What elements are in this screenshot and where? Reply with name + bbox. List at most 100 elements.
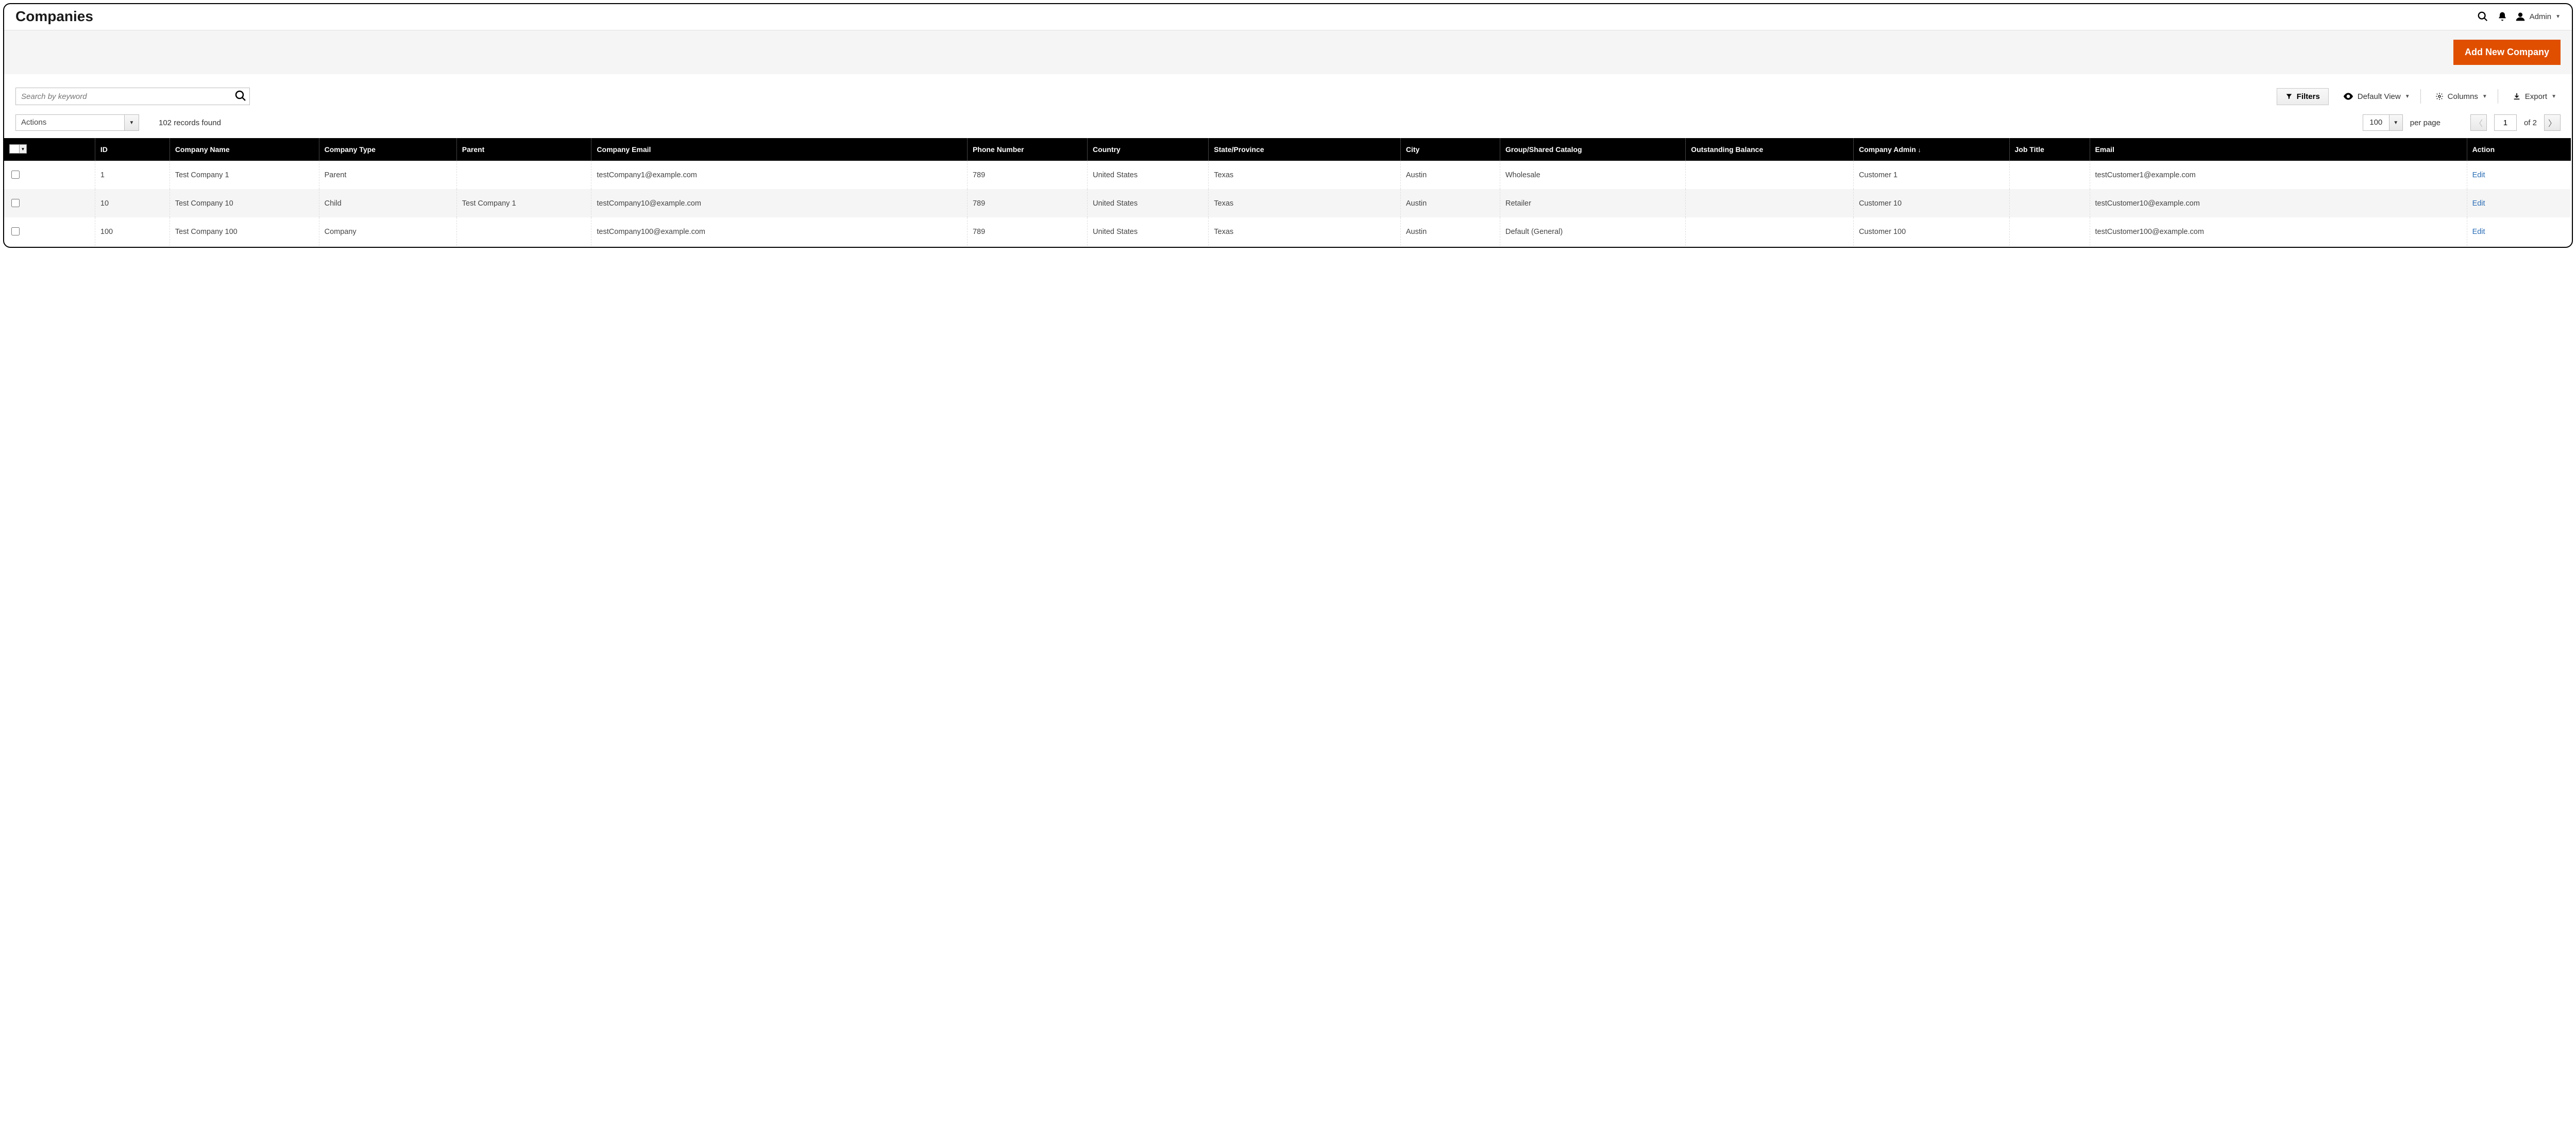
cell-country: United States (1088, 189, 1209, 217)
sort-desc-icon: ↓ (1918, 146, 1921, 154)
cell-balance (1686, 217, 1854, 246)
edit-link[interactable]: Edit (2472, 171, 2485, 179)
cell-city: Austin (1400, 161, 1500, 189)
cell-company-type: Company (319, 217, 456, 246)
cell-city: Austin (1400, 217, 1500, 246)
cell-country: United States (1088, 217, 1209, 246)
cell-company-email: testCompany10@example.com (591, 189, 968, 217)
columns-menu[interactable]: Columns ▼ (2427, 88, 2492, 105)
chevron-down-icon: ▼ (19, 145, 26, 153)
row-checkbox[interactable] (11, 227, 20, 235)
companies-table: ▼ ID Company Name Company Type Parent Co… (4, 138, 2571, 246)
col-city[interactable]: City (1400, 138, 1500, 161)
col-admin[interactable]: Company Admin↓ (1854, 138, 2009, 161)
chevron-down-icon: ▼ (2405, 94, 2410, 99)
prev-page-button[interactable]: 〈 (2470, 114, 2487, 131)
actions-label: Actions (16, 115, 124, 130)
edit-link[interactable]: Edit (2472, 199, 2485, 208)
cell-id: 1 (95, 161, 170, 189)
per-page-value: 100 (2363, 115, 2389, 130)
cell-parent (456, 217, 591, 246)
chevron-down-icon: ▼ (2555, 14, 2561, 20)
cell-company-name: Test Company 10 (170, 189, 319, 217)
cell-state: Texas (1209, 217, 1401, 246)
edit-link[interactable]: Edit (2472, 228, 2485, 236)
select-all-checkbox[interactable]: ▼ (9, 144, 27, 154)
user-name: Admin (2530, 12, 2552, 21)
col-group[interactable]: Group/Shared Catalog (1500, 138, 1685, 161)
col-id[interactable]: ID (95, 138, 170, 161)
columns-label: Columns (2448, 92, 2478, 101)
add-company-button[interactable]: Add New Company (2453, 40, 2561, 65)
cell-email: testCustomer1@example.com (2090, 161, 2467, 189)
col-company-name[interactable]: Company Name (170, 138, 319, 161)
eye-icon (2343, 93, 2353, 100)
col-country[interactable]: Country (1088, 138, 1209, 161)
user-menu[interactable]: Admin ▼ (2515, 11, 2561, 22)
search-submit-icon[interactable] (234, 90, 247, 104)
cell-parent: Test Company 1 (456, 189, 591, 217)
cell-country: United States (1088, 161, 1209, 189)
user-icon (2515, 11, 2526, 22)
cell-state: Texas (1209, 161, 1401, 189)
page-number-input[interactable] (2494, 114, 2517, 131)
cell-group: Retailer (1500, 189, 1685, 217)
gear-icon (2435, 92, 2444, 100)
page-title: Companies (15, 8, 2473, 25)
search-input[interactable] (15, 88, 250, 105)
default-view-label: Default View (2358, 92, 2401, 101)
cell-phone: 789 (967, 217, 1087, 246)
cell-parent (456, 161, 591, 189)
cell-email: testCustomer10@example.com (2090, 189, 2467, 217)
cell-id: 10 (95, 189, 170, 217)
actions-dropdown[interactable]: Actions ▼ (15, 114, 139, 131)
col-parent[interactable]: Parent (456, 138, 591, 161)
cell-city: Austin (1400, 189, 1500, 217)
table-row: 10 Test Company 10 Child Test Company 1 … (4, 189, 2571, 217)
default-view-menu[interactable]: Default View ▼ (2335, 88, 2414, 105)
cell-job (2009, 217, 2090, 246)
records-found: 102 records found (159, 119, 221, 127)
cell-group: Default (General) (1500, 217, 1685, 246)
next-page-button[interactable]: 〉 (2544, 114, 2561, 131)
divider (2420, 89, 2421, 104)
cell-admin: Customer 10 (1854, 189, 2009, 217)
filters-button[interactable]: Filters (2277, 88, 2329, 105)
export-menu[interactable]: Export ▼ (2504, 88, 2561, 105)
cell-email: testCustomer100@example.com (2090, 217, 2467, 246)
cell-balance (1686, 161, 1854, 189)
per-page-select[interactable]: 100 ▼ (2363, 114, 2403, 131)
cell-company-name: Test Company 100 (170, 217, 319, 246)
chevron-down-icon: ▼ (124, 115, 139, 130)
funnel-icon (2285, 93, 2293, 100)
col-email[interactable]: Email (2090, 138, 2467, 161)
cell-state: Texas (1209, 189, 1401, 217)
col-state[interactable]: State/Province (1209, 138, 1401, 161)
row-checkbox[interactable] (11, 171, 20, 179)
cell-job (2009, 189, 2090, 217)
search-icon[interactable] (2473, 11, 2493, 22)
cell-company-email: testCompany100@example.com (591, 217, 968, 246)
col-job[interactable]: Job Title (2009, 138, 2090, 161)
col-phone[interactable]: Phone Number (967, 138, 1087, 161)
cell-company-type: Child (319, 189, 456, 217)
col-action: Action (2467, 138, 2571, 161)
export-label: Export (2525, 92, 2547, 101)
notifications-icon[interactable] (2493, 11, 2512, 22)
col-company-type[interactable]: Company Type (319, 138, 456, 161)
cell-company-name: Test Company 1 (170, 161, 319, 189)
filters-label: Filters (2297, 92, 2320, 101)
cell-admin: Customer 100 (1854, 217, 2009, 246)
cell-company-type: Parent (319, 161, 456, 189)
chevron-right-icon: 〉 (2548, 116, 2556, 129)
chevron-down-icon: ▼ (2551, 94, 2556, 99)
row-checkbox[interactable] (11, 199, 20, 207)
export-icon (2513, 92, 2521, 100)
col-company-email[interactable]: Company Email (591, 138, 968, 161)
table-row: 100 Test Company 100 Company testCompany… (4, 217, 2571, 246)
per-page-label: per page (2410, 119, 2441, 127)
col-balance[interactable]: Outstanding Balance (1686, 138, 1854, 161)
cell-phone: 789 (967, 189, 1087, 217)
chevron-down-icon: ▼ (2482, 94, 2487, 99)
cell-admin: Customer 1 (1854, 161, 2009, 189)
